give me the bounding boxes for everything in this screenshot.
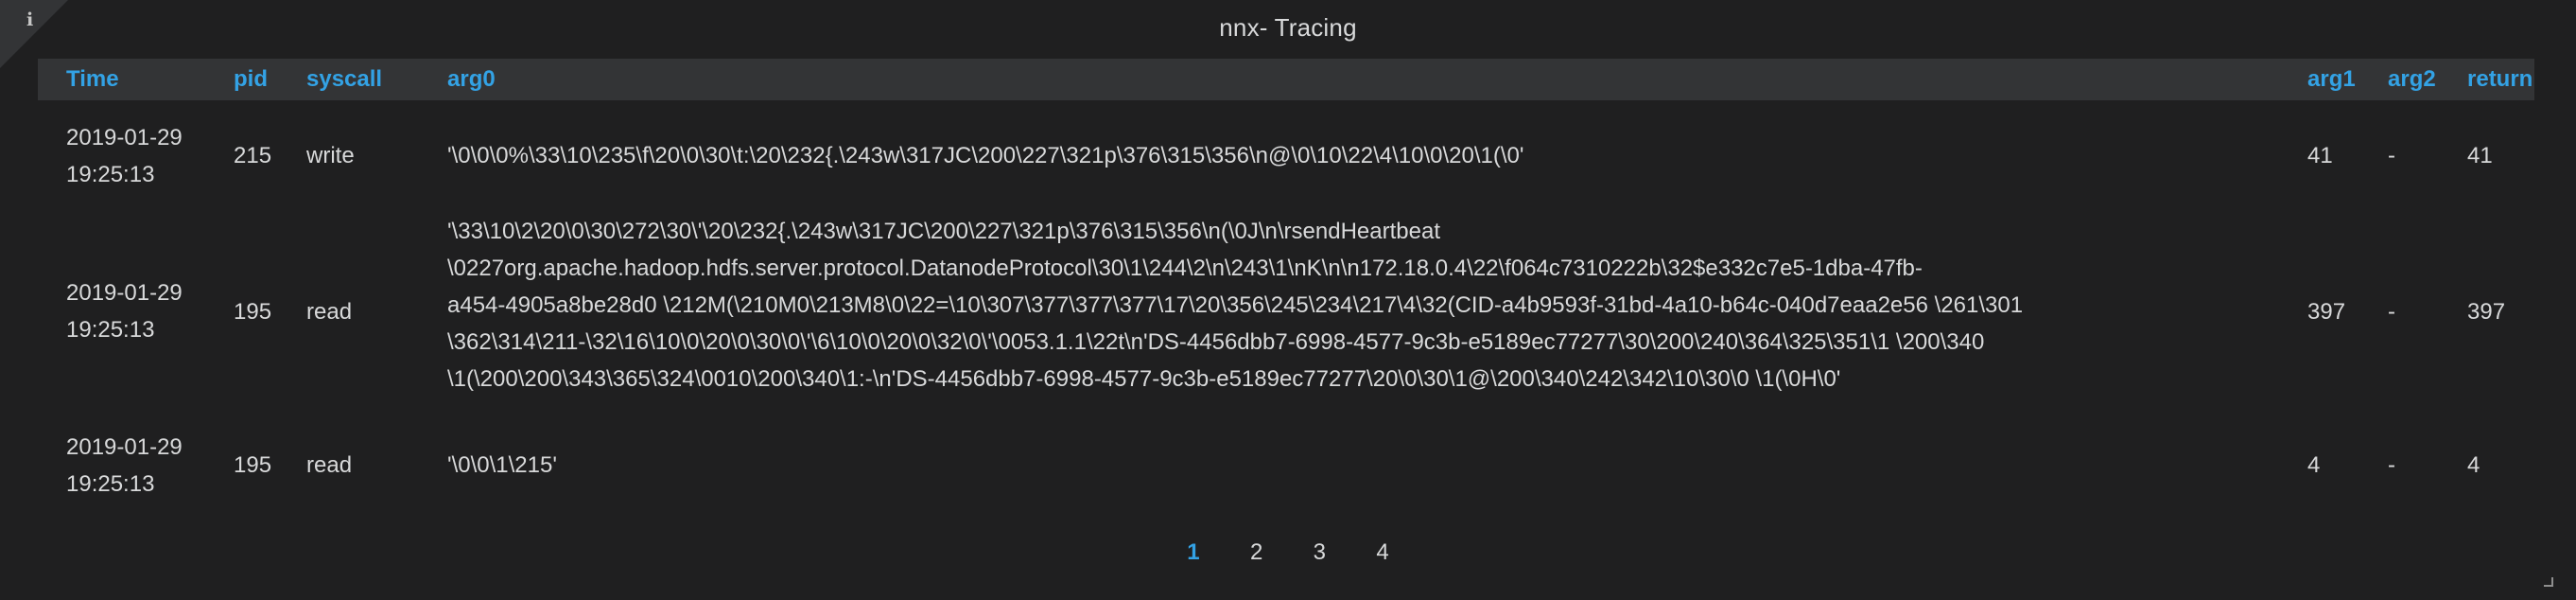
arg1-cell: 41 (2307, 143, 2333, 168)
column-header-syscall[interactable]: syscall (306, 59, 448, 100)
page-link-1[interactable]: 1 (1165, 539, 1222, 566)
column-header-arg1[interactable]: arg1 (2307, 59, 2383, 100)
pagination: 1 2 3 4 (0, 539, 2576, 566)
page-link-2[interactable]: 2 (1228, 539, 1285, 566)
return-cell: 397 (2467, 298, 2506, 325)
table-row: 2019-01-29 19:25:13 195 read '\33\10\2\2… (38, 211, 2534, 412)
tracing-panel: i nnx- Tracing Time pid syscall arg0 arg… (0, 0, 2576, 600)
column-header-return[interactable]: return (2467, 59, 2534, 100)
arg0-line: a454-4905a8be28d0 \212M(\210M0\213M8\0\2… (447, 292, 2024, 318)
time-date: 2019-01-29 (66, 280, 183, 306)
trace-table: Time pid syscall arg0 arg1 arg2 return 2… (38, 59, 2534, 519)
table-row: 2019-01-29 19:25:13 215 write '\0\0\0%\3… (38, 100, 2534, 211)
time-date: 2019-01-29 (66, 433, 183, 460)
column-header-time[interactable]: Time (66, 59, 227, 100)
page-link-4[interactable]: 4 (1354, 539, 1411, 566)
time-clock: 19:25:13 (66, 161, 155, 187)
column-header-arg2[interactable]: arg2 (2388, 59, 2463, 100)
time-clock: 19:25:13 (66, 470, 155, 497)
arg0-text: '\0\0\1\215' (447, 452, 557, 478)
pid-cell: 195 (234, 452, 272, 478)
page-link-3[interactable]: 3 (1291, 539, 1348, 566)
arg0-text: '\0\0\0%\33\10\235\f\20\0\30\t:\20\232{.… (447, 143, 1524, 168)
column-header-arg0[interactable]: arg0 (447, 59, 2272, 100)
pid-cell: 215 (234, 143, 272, 168)
syscall-cell: write (306, 143, 355, 168)
time-cell: 2019-01-29 19:25:13 (66, 100, 227, 211)
arg0-line: \0227org.apache.hadoop.hdfs.server.proto… (447, 256, 1923, 281)
arg0-cell: '\0\0\0%\33\10\235\f\20\0\30\t:\20\232{.… (447, 100, 2272, 211)
arg0-line: \1(\200\200\343\365\324\0010\200\340\1:-… (447, 366, 1841, 392)
return-cell: 4 (2467, 452, 2480, 478)
column-header-pid[interactable]: pid (234, 59, 300, 100)
return-cell: 41 (2467, 143, 2493, 168)
pid-cell: 195 (234, 298, 272, 325)
arg2-cell: - (2388, 452, 2395, 478)
arg1-cell: 4 (2307, 452, 2321, 478)
table-row: 2019-01-29 19:25:13 195 read '\0\0\1\215… (38, 412, 2534, 519)
resize-handle-icon[interactable] (2544, 577, 2553, 587)
syscall-cell: read (306, 298, 353, 325)
time-cell: 2019-01-29 19:25:13 (66, 412, 227, 519)
arg0-line: '\33\10\2\20\0\30\272\30\'\20\232{.\243w… (447, 219, 1440, 244)
panel-title[interactable]: nnx- Tracing (0, 13, 2576, 43)
time-cell: 2019-01-29 19:25:13 (66, 211, 227, 412)
arg2-cell: - (2388, 143, 2395, 168)
arg0-cell: '\33\10\2\20\0\30\272\30\'\20\232{.\243w… (447, 211, 2272, 412)
table-header-row: Time pid syscall arg0 arg1 arg2 return (38, 59, 2534, 100)
arg0-cell: '\0\0\1\215' (447, 412, 2272, 519)
arg1-cell: 397 (2307, 298, 2346, 325)
time-date: 2019-01-29 (66, 124, 183, 150)
arg2-cell: - (2388, 298, 2395, 325)
time-clock: 19:25:13 (66, 317, 155, 343)
arg0-line: \362\314\211-\32\16\10\0\20\0\30\0\'\6\1… (447, 329, 1985, 355)
syscall-cell: read (306, 452, 353, 478)
